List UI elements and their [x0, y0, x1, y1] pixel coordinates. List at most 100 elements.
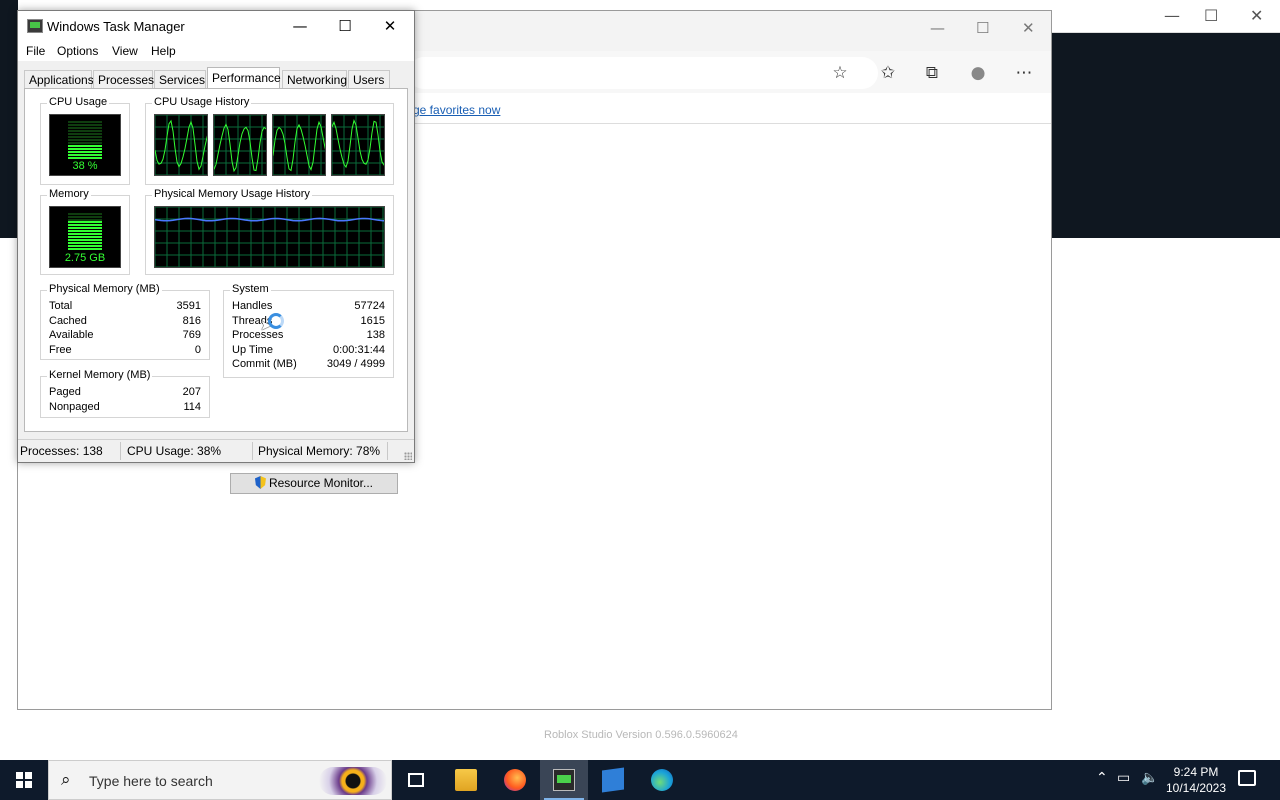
stat-label: Free: [49, 344, 72, 356]
menu-options[interactable]: Options: [57, 44, 98, 58]
status-memory: Physical Memory: 78%: [258, 444, 381, 458]
stat-label: Cached: [49, 315, 87, 327]
kernel-memory-label: Kernel Memory (MB): [47, 369, 153, 381]
import-favorites-link[interactable]: ge favorites now: [413, 103, 500, 117]
stat-value: 57724: [354, 300, 385, 312]
tab-applications[interactable]: Applications: [24, 70, 94, 88]
cpu-usage-value: 38 %: [72, 160, 98, 172]
maximize-button[interactable]: ☐: [325, 15, 365, 37]
system-label: System: [230, 283, 271, 295]
resource-monitor-label: Resource Monitor...: [268, 476, 374, 490]
roblox-studio-icon: [602, 767, 624, 793]
status-processes: Processes: 138: [20, 444, 103, 458]
kernel-memory-group: Kernel Memory (MB) Paged 207 Nonpaged 11…: [40, 369, 210, 418]
minimize-icon[interactable]: —: [1164, 6, 1180, 25]
memory-history-group: Physical Memory Usage History: [145, 188, 394, 275]
stat-row-paged: Paged 207: [49, 386, 201, 400]
tab-processes[interactable]: Processes: [93, 70, 154, 88]
favorites-icon[interactable]: ✩: [876, 61, 900, 85]
memory-label: Memory: [47, 188, 91, 200]
more-icon[interactable]: ⋯: [1012, 61, 1036, 85]
stat-row-cached: Cached 816: [49, 315, 201, 329]
edge-close-icon[interactable]: ✕: [1022, 19, 1035, 37]
roblox-studio-button[interactable]: [589, 760, 637, 800]
stat-row-free: Free 0: [49, 344, 201, 358]
physical-memory-group: Physical Memory (MB) Total 3591 Cached 8…: [40, 283, 210, 360]
stat-value: 207: [182, 386, 201, 398]
resize-grip[interactable]: [404, 452, 412, 460]
profile-icon[interactable]: ●: [966, 61, 990, 85]
gauge-fill: [68, 145, 102, 159]
status-bar: Processes: 138 CPU Usage: 38% Physical M…: [18, 439, 414, 462]
minimize-button[interactable]: —: [280, 15, 320, 37]
menu-view[interactable]: View: [112, 44, 138, 58]
menu-bar: File Options View Help: [18, 41, 414, 61]
folder-icon: [455, 769, 477, 791]
busy-spinner-icon: [268, 313, 284, 329]
show-hidden-icons-icon[interactable]: ⌃: [1096, 770, 1108, 786]
clock-time: 9:24 PM: [1173, 765, 1219, 779]
tab-networking[interactable]: Networking: [282, 70, 347, 88]
close-icon[interactable]: ✕: [1250, 6, 1263, 25]
stat-value: 3591: [176, 300, 201, 312]
stat-label: Nonpaged: [49, 401, 100, 413]
search-placeholder: Type here to search: [89, 773, 213, 789]
status-cpu: CPU Usage: 38%: [127, 444, 222, 458]
close-button[interactable]: ✕: [370, 15, 410, 37]
edge-button[interactable]: [638, 760, 686, 800]
windows-logo-icon: [16, 772, 32, 788]
memory-gauge: 2.75 GB: [49, 206, 121, 268]
stat-value: 769: [182, 329, 201, 341]
edge-icon: [651, 769, 673, 791]
notification-center-icon[interactable]: [1238, 770, 1256, 786]
stat-row-threads: Threads 1615: [232, 315, 385, 329]
file-explorer-button[interactable]: [442, 760, 490, 800]
cpu-usage-label: CPU Usage: [47, 96, 110, 108]
tab-strip: Applications Processes Services Performa…: [24, 67, 408, 89]
menu-help[interactable]: Help: [151, 44, 176, 58]
cpu-core-graph: [213, 114, 267, 176]
system-clock[interactable]: 9:24 PM 10/14/2023: [1160, 764, 1232, 796]
performance-page: CPU Usage 38 % CPU Usage History Memory …: [24, 88, 408, 494]
edge-minimize-icon[interactable]: —: [930, 19, 945, 37]
status-divider: [120, 442, 121, 460]
resource-monitor-button[interactable]: Resource Monitor...: [230, 473, 398, 494]
stat-label: Commit (MB): [232, 358, 297, 370]
stat-row-nonpaged: Nonpaged 114: [49, 401, 201, 415]
cpu-usage-gauge: 38 %: [49, 114, 121, 176]
gauge-fill: [68, 221, 102, 251]
tab-performance[interactable]: Performance: [207, 67, 281, 89]
stat-label: Handles: [232, 300, 273, 312]
stat-value: 0: [194, 344, 201, 356]
edge-maximize-icon[interactable]: ☐: [976, 19, 989, 37]
uac-shield-icon: [254, 476, 266, 489]
search-highlight-image: [319, 767, 387, 795]
task-manager-taskbar-button[interactable]: [540, 760, 588, 800]
add-favorite-icon[interactable]: ☆: [828, 61, 852, 85]
physical-memory-label: Physical Memory (MB): [47, 283, 162, 295]
stat-value: 1615: [360, 315, 385, 327]
cpu-history-group: CPU Usage History: [145, 96, 394, 185]
tab-users[interactable]: Users: [348, 70, 390, 88]
address-bar[interactable]: [408, 57, 878, 89]
roblox-version-text: Roblox Studio Version 0.596.0.5960624: [544, 729, 738, 741]
volume-muted-icon[interactable]: 🔈: [1141, 770, 1158, 786]
stat-row-uptime: Up Time 0:00:31:44: [232, 344, 385, 358]
tab-services[interactable]: Services: [154, 70, 206, 88]
status-divider: [252, 442, 253, 460]
taskbar-search[interactable]: ⌕ Type here to search: [48, 760, 392, 800]
menu-file[interactable]: File: [26, 44, 45, 58]
cpu-usage-group: CPU Usage 38 %: [40, 96, 130, 185]
cpu-core-graph: [272, 114, 326, 176]
firefox-button[interactable]: [491, 760, 539, 800]
start-button[interactable]: [0, 760, 48, 800]
background-window-right: — ☐ ✕: [1052, 0, 1280, 238]
maximize-icon[interactable]: ☐: [1204, 6, 1218, 25]
task-manager-titlebar[interactable]: Windows Task Manager — ☐ ✕: [18, 11, 414, 41]
firefox-icon: [504, 769, 526, 791]
stat-value: 816: [182, 315, 201, 327]
collections-icon[interactable]: ⧉: [920, 61, 944, 85]
network-icon[interactable]: ▭: [1117, 770, 1130, 786]
task-view-button[interactable]: [392, 760, 440, 800]
memory-value: 2.75 GB: [64, 252, 106, 264]
